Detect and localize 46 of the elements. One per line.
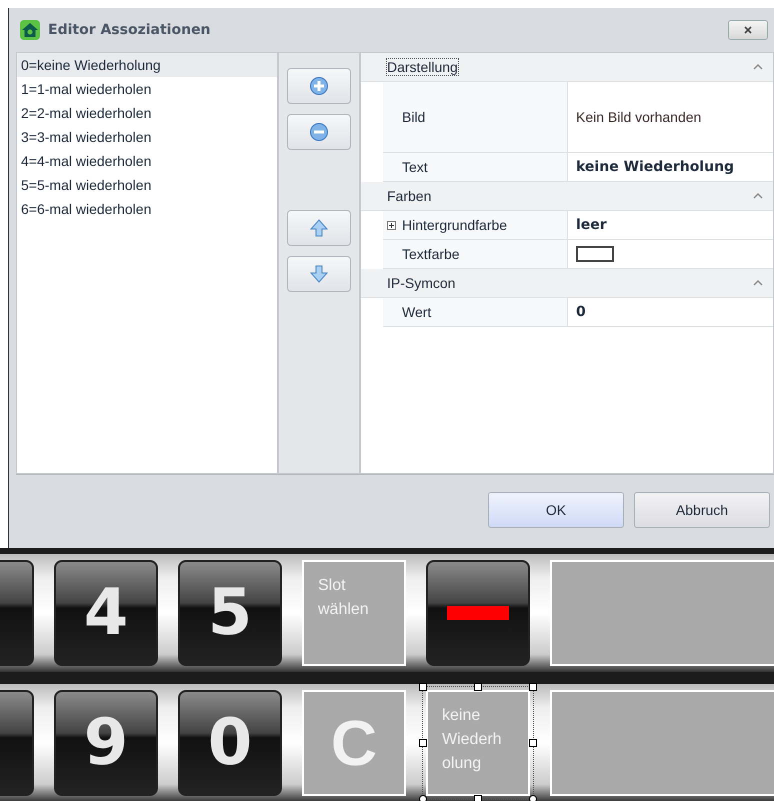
property-label: Textfarbe [402, 246, 460, 262]
chevron-icon[interactable] [753, 64, 763, 70]
expand-icon[interactable] [387, 220, 396, 230]
category-header[interactable]: Darstellung [386, 58, 459, 76]
list-item[interactable]: 4=4-mal wiederholen [17, 149, 277, 173]
property-label: Hintergrundfarbe [402, 217, 508, 233]
close-icon [743, 25, 753, 35]
cancel-button[interactable]: Abbruch [634, 492, 770, 528]
property-label: Text [402, 159, 428, 175]
list-item[interactable]: 5=5-mal wiederholen [17, 173, 277, 197]
minus-icon [309, 122, 329, 142]
category-header[interactable]: IP-Symcon [386, 274, 456, 292]
arrow-up-icon [309, 218, 329, 238]
house-icon [20, 20, 40, 40]
ok-button[interactable]: OK [488, 492, 624, 528]
close-button[interactable] [728, 20, 768, 40]
chevron-icon[interactable] [753, 193, 763, 199]
remove-button[interactable] [287, 114, 351, 150]
property-value[interactable]: leer [576, 217, 607, 233]
plus-icon [309, 76, 329, 96]
list-item[interactable]: 6=6-mal wiederholen [17, 197, 277, 221]
move-up-button[interactable] [287, 210, 351, 246]
property-value[interactable]: 0 [576, 304, 586, 320]
dash-icon [447, 606, 509, 620]
minus-key[interactable] [426, 560, 530, 666]
digit-key[interactable]: 0 [178, 690, 282, 796]
arrow-down-icon [309, 264, 329, 284]
category-header[interactable]: Farben [386, 187, 432, 205]
chevron-icon[interactable] [753, 280, 763, 286]
property-value[interactable]: keine Wiederholung [576, 159, 734, 175]
property-label: Wert [402, 304, 432, 320]
property-value[interactable]: Kein Bild vorhanden [576, 109, 702, 125]
list-item[interactable]: 2=2-mal wiederholen [17, 101, 277, 125]
digit-key[interactable]: 9 [54, 690, 158, 796]
empty-tile[interactable] [550, 690, 774, 796]
digit-key[interactable]: 5 [178, 560, 282, 666]
list-item[interactable]: 1=1-mal wiederholen [17, 77, 277, 101]
add-button[interactable] [287, 68, 351, 104]
color-swatch[interactable] [576, 246, 614, 262]
list-item[interactable]: 3=3-mal wiederholen [17, 125, 277, 149]
list-item[interactable]: 0=keine Wiederholung [17, 53, 277, 77]
move-down-button[interactable] [287, 256, 351, 292]
digit-key[interactable]: 4 [54, 560, 158, 666]
empty-tile[interactable] [550, 560, 774, 666]
property-label: Bild [402, 109, 426, 125]
window-title: Editor Assoziationen [48, 22, 212, 38]
